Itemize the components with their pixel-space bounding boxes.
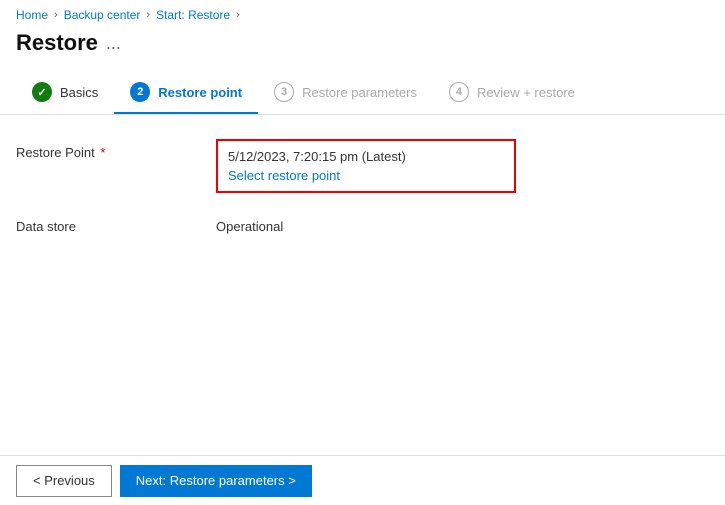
previous-button[interactable]: < Previous [16,465,112,497]
tabs-container: ✓ Basics 2 Restore point 3 Restore param… [0,72,725,115]
restore-point-row: Restore Point * 5/12/2023, 7:20:15 pm (L… [16,139,709,193]
restore-point-value: 5/12/2023, 7:20:15 pm (Latest) Select re… [216,139,709,193]
tab-basics[interactable]: ✓ Basics [16,72,114,114]
tab-review-restore-badge: 4 [449,82,469,102]
restore-point-label: Restore Point * [16,139,216,160]
footer: < Previous Next: Restore parameters > [0,455,725,505]
tab-restore-point[interactable]: 2 Restore point [114,72,258,114]
data-store-row: Data store Operational [16,213,709,234]
breadcrumb-home[interactable]: Home [16,8,48,22]
data-store-text: Operational [216,213,709,234]
restore-point-text: 5/12/2023, 7:20:15 pm (Latest) [228,149,504,164]
content-area: Restore Point * 5/12/2023, 7:20:15 pm (L… [0,115,725,278]
tab-review-restore: 4 Review + restore [433,72,591,114]
restore-point-box: 5/12/2023, 7:20:15 pm (Latest) Select re… [216,139,516,193]
breadcrumb-backup-center[interactable]: Backup center [64,8,141,22]
select-restore-point-link[interactable]: Select restore point [228,168,340,183]
breadcrumb: Home › Backup center › Start: Restore › [0,0,725,26]
page-title-row: Restore ... [0,26,725,72]
tab-review-restore-label: Review + restore [477,85,575,100]
next-button[interactable]: Next: Restore parameters > [120,465,312,497]
breadcrumb-sep-1: › [54,9,58,21]
page-title-ellipsis[interactable]: ... [106,33,121,54]
tab-restore-point-label: Restore point [158,85,242,100]
page-title: Restore [16,30,98,56]
tab-restore-parameters: 3 Restore parameters [258,72,433,114]
tab-restore-point-badge: 2 [130,82,150,102]
tab-restore-parameters-label: Restore parameters [302,85,417,100]
tab-basics-label: Basics [60,85,98,100]
tab-restore-parameters-badge: 3 [274,82,294,102]
required-star: * [97,145,106,160]
tab-basics-badge: ✓ [32,82,52,102]
breadcrumb-sep-3: › [236,9,240,21]
data-store-value: Operational [216,213,709,234]
data-store-label: Data store [16,213,216,234]
breadcrumb-start-restore[interactable]: Start: Restore [156,8,230,22]
breadcrumb-sep-2: › [146,9,150,21]
